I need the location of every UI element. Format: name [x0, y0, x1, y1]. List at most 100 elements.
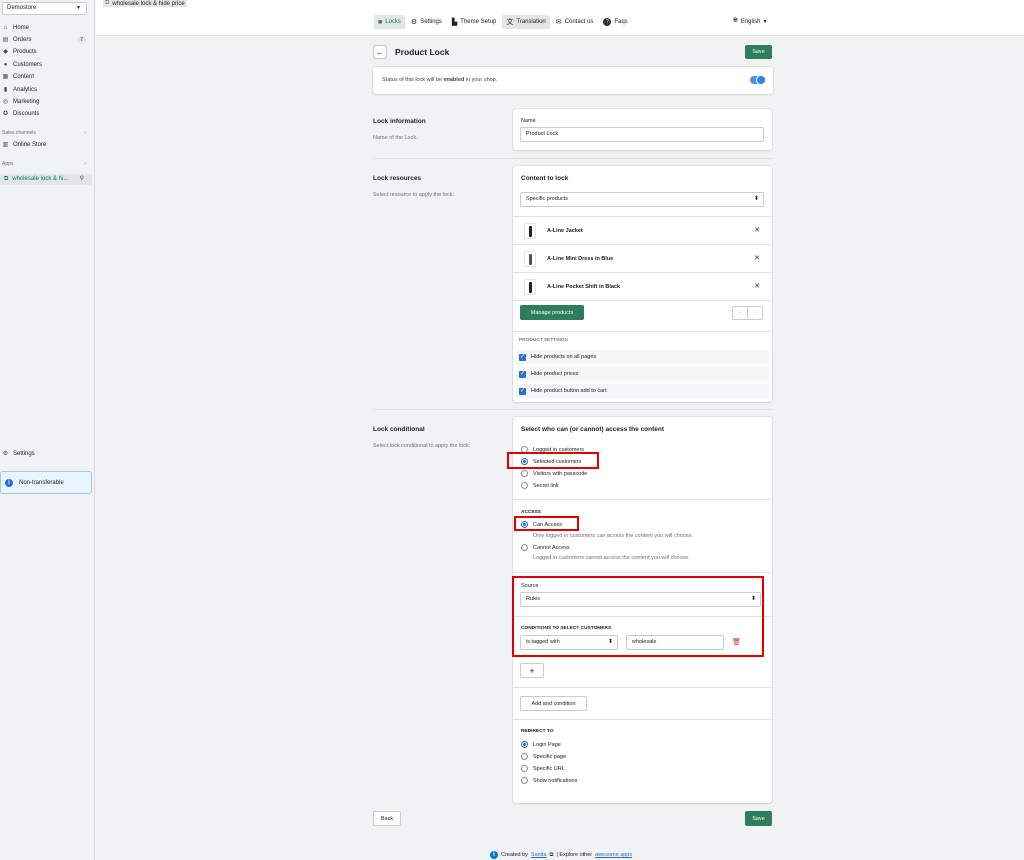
sidebar-item-label: Discounts — [13, 111, 40, 117]
radio-button[interactable] — [521, 777, 528, 784]
checkbox-checked-icon[interactable]: ✓ — [519, 387, 526, 395]
redirect-option-notifications[interactable]: Show notifications — [521, 777, 577, 784]
sales-channels-header[interactable]: Sales channels › — [2, 130, 86, 136]
sidebar-item-label: Customers — [13, 62, 43, 68]
sidebar-item-label: Online Store — [13, 142, 47, 148]
tab-label: Faqs — [614, 19, 628, 25]
sidebar-item-discounts[interactable]: ✪ Discounts — [2, 109, 90, 119]
name-field[interactable]: Product Lock — [520, 127, 764, 142]
app-tabs: ■ Locks ⚙ Settings ▙ Theme Setup 文 Trans… — [374, 15, 632, 29]
radio-button[interactable] — [521, 765, 528, 772]
product-thumbnail — [524, 223, 536, 239]
who-option-passcode[interactable]: Visitors with passcode — [521, 470, 587, 477]
pin-icon[interactable]: ⚲ — [80, 174, 84, 185]
home-icon: ⌂ — [3, 25, 8, 31]
save-button-bottom[interactable]: Save — [745, 811, 772, 826]
sidebar-item-home[interactable]: ⌂ Home — [2, 23, 90, 33]
awesome-apps-link[interactable]: awesome apps — [595, 852, 632, 858]
sidebar-item-orders[interactable]: ▤ Orders 7 — [2, 35, 90, 45]
radio-label: Specific page — [533, 753, 567, 760]
who-option-secret-link[interactable]: Secret link — [521, 482, 559, 489]
can-access-hint: Only logged in customers can access the … — [533, 533, 694, 539]
highlight-box-can-access — [514, 516, 579, 531]
sidebar-item-label: Analytics — [13, 87, 38, 93]
save-button[interactable]: Save — [745, 45, 772, 59]
checkbox-label: Hide product button add to cart — [531, 388, 607, 394]
add-and-condition-button[interactable]: Add and condition — [520, 696, 587, 711]
sidebar-item-analytics[interactable]: ▮ Analytics — [2, 85, 90, 95]
remove-product-icon[interactable]: ✕ — [754, 254, 760, 262]
non-transferable-label: Non-transferable — [19, 479, 64, 486]
page-title: Product Lock — [395, 47, 450, 57]
apps-header[interactable]: Apps › — [2, 161, 86, 167]
sidebar-item-app[interactable]: ⧉ wholesale lock & hi... ⚲ — [0, 174, 92, 185]
tab-label: Theme Setup — [460, 19, 497, 25]
sidebar-item-customers[interactable]: ● Customers — [2, 60, 90, 70]
tab-translation[interactable]: 文 Translation — [502, 15, 550, 29]
help-icon: ? — [603, 18, 612, 26]
redirect-option-login[interactable]: Login Page — [521, 741, 561, 748]
radio-label: Show notifications — [533, 777, 578, 784]
back-arrow-button[interactable]: ← — [373, 45, 387, 59]
language-selector[interactable]: 🌐︎ English ▾ — [733, 18, 767, 25]
tab-locks[interactable]: ■ Locks — [374, 15, 405, 29]
sidebar-item-products[interactable]: ◆ Products — [2, 47, 90, 57]
hide-add-to-cart-checkbox-row[interactable]: ✓ Hide product button add to cart — [516, 384, 769, 398]
tab-theme-setup[interactable]: ▙ Theme Setup — [448, 15, 500, 29]
sidebar-item-marketing[interactable]: ◎ Marketing — [2, 97, 90, 107]
redirect-option-specific-url[interactable]: Specific URL — [521, 765, 565, 772]
radio-button[interactable] — [521, 482, 528, 489]
content-icon: ▦ — [2, 74, 9, 80]
author-link[interactable]: Sanita — [531, 852, 547, 858]
back-button[interactable]: Back — [373, 811, 401, 826]
product-thumbnail — [524, 279, 536, 295]
lock-conditional-title: Lock conditional — [373, 426, 425, 433]
radio-button[interactable] — [521, 470, 528, 477]
hide-prices-checkbox-row[interactable]: ✓ Hide product prices — [516, 367, 769, 381]
language-label: English — [740, 18, 761, 25]
radio-button-selected[interactable] — [521, 741, 528, 748]
highlight-box-selected-customers — [507, 452, 599, 469]
radio-button[interactable] — [521, 544, 528, 551]
info-icon: i — [5, 478, 13, 487]
status-text: Status of this lock will be enabled in y… — [382, 77, 498, 83]
chevron-down-icon: ▼ — [76, 5, 81, 11]
enable-toggle[interactable] — [750, 75, 766, 85]
divider — [513, 687, 772, 688]
pagination-prev-button[interactable]: ‹ — [732, 306, 748, 320]
tab-label: Settings — [420, 19, 442, 25]
person-icon: ● — [3, 62, 8, 68]
tab-settings[interactable]: ⚙ Settings — [407, 15, 446, 29]
radio-button[interactable] — [521, 753, 528, 760]
radio-label: Login Page — [533, 741, 561, 748]
sidebar-item-content[interactable]: ▦ Content — [2, 72, 90, 82]
sidebar-item-label: Products — [13, 49, 37, 55]
radio-label: Specific URL — [533, 765, 565, 772]
product-name: A-Line Mini Dress in Blue — [547, 256, 614, 262]
redirect-option-specific-page[interactable]: Specific page — [521, 753, 566, 760]
content-to-lock-select[interactable]: Specific products ⬍ — [520, 192, 764, 207]
manage-products-button[interactable]: Manage products — [520, 305, 584, 320]
checkbox-checked-icon[interactable]: ✓ — [519, 370, 526, 378]
access-option-cannot[interactable]: Cannot Access — [521, 544, 570, 551]
sidebar-item-online-store[interactable]: ▥ Online Store — [2, 140, 90, 150]
store-selector[interactable]: Demostore ▼ — [2, 2, 87, 15]
orders-count-badge: 7 — [77, 36, 86, 44]
non-transferable-banner: i Non-transferable — [0, 471, 92, 494]
divider — [513, 572, 772, 573]
hide-products-checkbox-row[interactable]: ✓ Hide products on all pages — [516, 350, 769, 364]
remove-product-icon[interactable]: ✕ — [754, 282, 760, 290]
status-card: Status of this lock will be enabled in y… — [373, 67, 773, 94]
tab-faqs[interactable]: ? Faqs — [599, 15, 631, 29]
pagination-next-button[interactable]: › — [747, 306, 763, 320]
sidebar-item-settings[interactable]: ⚙ Settings — [2, 449, 90, 459]
tab-contact-us[interactable]: ✉ Contact us — [552, 15, 598, 29]
remove-product-icon[interactable]: ✕ — [754, 226, 760, 234]
discount-icon: ✪ — [2, 111, 9, 117]
add-condition-plus-button[interactable]: + — [520, 663, 544, 678]
product-settings-caption: PRODUCT SETTINGS — [519, 338, 568, 343]
checkbox-checked-icon[interactable]: ✓ — [519, 353, 526, 361]
product-row: A-Line Mini Dress in Blue ✕ — [513, 244, 772, 272]
marketing-icon: ◎ — [2, 99, 9, 105]
chevron-right-icon: › — [84, 161, 86, 167]
